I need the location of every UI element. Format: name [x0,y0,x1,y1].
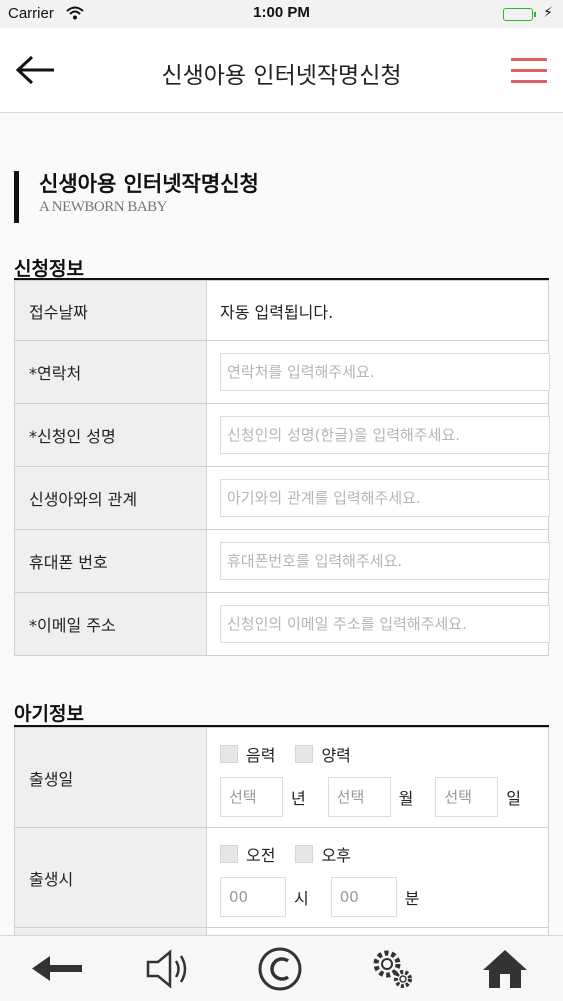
speaker-icon [146,949,187,989]
applicant-name-input[interactable] [220,416,550,454]
copyright-icon [258,947,302,991]
am-checkbox[interactable] [220,844,238,863]
row-label: *이메일 주소 [14,592,207,656]
row-label: 접수날짜 [14,280,207,341]
hamburger-icon [511,58,547,61]
table-row: 휴대폰 번호 [14,529,550,593]
status-time: 1:00 PM [253,4,310,21]
menu-button[interactable] [511,58,547,84]
day-select[interactable]: 선택 [435,776,499,817]
row-label: *연락처 [14,340,207,404]
section-title: 신생아용 인터넷작명신청 [39,172,259,196]
pm-checkbox[interactable] [295,844,314,863]
content-area[interactable]: 신생아용 인터넷작명신청 A NEWBORN BABY 신청정보 접수날짜 자동… [0,113,563,935]
row-label: 출생시 [14,827,207,928]
contact-input[interactable] [220,353,550,391]
day-unit: 일 [506,788,522,808]
copyright-button[interactable] [252,946,308,992]
table-row: *연락처 [14,340,550,404]
table-row [14,927,549,935]
lunar-checkbox[interactable] [220,744,238,763]
am-label: 오전 [246,845,276,865]
table-row: 출생시 오전 오후 00 시 00 분 [14,827,549,928]
table-row: 접수날짜 자동 입력됩니다. [14,280,549,341]
month-select[interactable]: 선택 [327,776,391,817]
hour-input[interactable]: 00 [220,876,286,917]
battery-icon [503,8,536,21]
back-icon [32,956,82,981]
row-label: 출생일 [14,727,207,828]
received-date-value: 자동 입력됩니다. [206,280,549,341]
table-row: 신생아와의 관계 [14,466,550,530]
home-icon [483,950,527,988]
table-row: *이메일 주소 [14,592,550,656]
email-input[interactable] [220,605,550,643]
baby-group-title: 아기정보 [14,703,84,725]
settings-button[interactable] [365,946,421,992]
relationship-input[interactable] [220,479,550,517]
baby-table: 출생일 음력 양력 선택 년 선택 월 선택 일 출생시 오전 오후 00 시 … [14,727,549,935]
year-select[interactable]: 선택 [220,776,283,817]
hour-unit: 시 [294,888,309,908]
month-unit: 월 [398,788,414,808]
solar-checkbox[interactable] [295,744,314,763]
page-title: 신생아용 인터넷작명신청 [161,63,402,89]
table-row: 출생일 음력 양력 선택 년 선택 월 선택 일 [14,727,549,828]
charging-icon: ⚡ [543,5,553,21]
lunar-label: 음력 [246,745,276,765]
sound-button[interactable] [140,946,196,992]
pm-label: 오후 [321,845,351,865]
settings-icon [373,950,412,988]
home-button[interactable] [477,946,533,992]
section-heading: 신생아용 인터넷작명신청 A NEWBORN BABY [14,171,259,223]
section-subtitle: A NEWBORN BABY [39,199,168,215]
minute-input[interactable]: 00 [330,876,397,917]
status-bar: Carrier 1:00 PM ⚡ [0,0,563,28]
bottom-toolbar [0,935,563,1001]
table-row: *신청인 성명 [14,403,550,467]
row-label: *신청인 성명 [14,403,207,467]
solar-label: 양력 [321,745,351,765]
app-header: 신생아용 인터넷작명신청 [0,28,563,113]
nav-back-button[interactable] [30,946,86,992]
year-unit: 년 [290,788,306,808]
applicant-table: 접수날짜 자동 입력됩니다. *연락처 *신청인 성명 신생아와의 관계 휴대폰… [14,280,550,656]
row-label: 신생아와의 관계 [14,466,207,530]
row-label: 휴대폰 번호 [14,529,207,593]
minute-unit: 분 [404,888,420,908]
applicant-group-title: 신청정보 [14,258,84,280]
mobile-input[interactable] [220,542,550,580]
